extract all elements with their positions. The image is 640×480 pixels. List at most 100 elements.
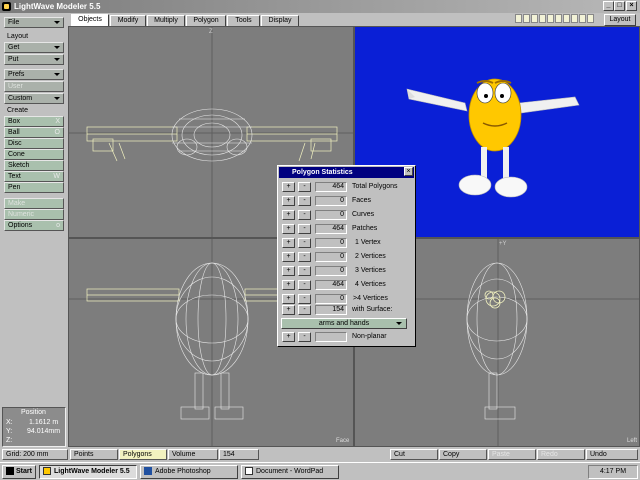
four-vertices-plus-button[interactable]: + bbox=[282, 280, 295, 290]
one-vertex-label: 1 Vertex bbox=[355, 239, 381, 246]
close-button[interactable]: × bbox=[626, 1, 637, 11]
patches-label: Patches bbox=[352, 225, 378, 232]
curves-value: 0 bbox=[315, 210, 347, 220]
faces-plus-button[interactable]: + bbox=[282, 196, 295, 206]
tab-multiply[interactable]: Multiply bbox=[147, 15, 185, 26]
taskbar-lightwave[interactable]: LightWave Modeler 5.5 bbox=[39, 465, 137, 479]
sketch-tool-button[interactable]: Sketch bbox=[4, 160, 64, 171]
patches-minus-button[interactable]: - bbox=[298, 224, 311, 234]
grid-label: Grid: bbox=[6, 451, 22, 458]
tab-polygon[interactable]: Polygon bbox=[186, 15, 226, 26]
surface-minus-button[interactable]: - bbox=[298, 305, 311, 315]
three-vertices-plus-button[interactable]: + bbox=[282, 266, 295, 276]
file-menu-button[interactable]: File bbox=[4, 17, 64, 28]
undo-button[interactable]: Undo bbox=[586, 449, 638, 460]
total-polygons-minus-button[interactable]: - bbox=[298, 182, 311, 192]
faces-minus-button[interactable]: - bbox=[298, 196, 311, 206]
two-vertices-label: 2 Vertices bbox=[355, 253, 386, 260]
layer-box-9[interactable] bbox=[579, 14, 586, 23]
four-vertices-minus-button[interactable]: - bbox=[298, 280, 311, 290]
total-polygons-label: Total Polygons bbox=[352, 183, 398, 190]
nonplanar-minus-button[interactable]: - bbox=[298, 332, 311, 342]
options-shortcut: o bbox=[56, 222, 60, 229]
layer-box-5[interactable] bbox=[547, 14, 554, 23]
three-vertices-minus-button[interactable]: - bbox=[298, 266, 311, 276]
more-vertices-minus-button[interactable]: - bbox=[298, 294, 311, 304]
layer-box-10[interactable] bbox=[587, 14, 594, 23]
tab-tools[interactable]: Tools bbox=[227, 15, 260, 26]
make-button[interactable]: Make bbox=[4, 198, 64, 209]
cone-tool-button[interactable]: Cone bbox=[4, 149, 64, 160]
grid-size: Grid: 200 mm bbox=[2, 449, 68, 460]
one-vertex-plus-button[interactable]: + bbox=[282, 238, 295, 248]
one-vertex-minus-button[interactable]: - bbox=[298, 238, 311, 248]
front-view-label: Face bbox=[336, 438, 350, 444]
curves-minus-button[interactable]: - bbox=[298, 210, 311, 220]
numeric-button[interactable]: Numeric bbox=[4, 209, 64, 220]
position-title: Position bbox=[21, 409, 46, 416]
redo-button[interactable]: Redo bbox=[537, 449, 585, 460]
cut-button[interactable]: Cut bbox=[390, 449, 438, 460]
box-label: Box bbox=[8, 118, 21, 125]
surface-plus-button[interactable]: + bbox=[282, 305, 295, 315]
tab-display[interactable]: Display bbox=[261, 15, 299, 26]
patches-plus-button[interactable]: + bbox=[282, 224, 295, 234]
layer-box-4[interactable] bbox=[539, 14, 546, 23]
taskbar-photoshop[interactable]: Adobe Photoshop bbox=[140, 465, 238, 479]
options-label: Options bbox=[8, 222, 33, 229]
minimize-button[interactable]: _ bbox=[603, 1, 614, 11]
ball-tool-button[interactable]: Ball O bbox=[4, 127, 64, 138]
taskbar-wordpad[interactable]: Document - WordPad bbox=[241, 465, 339, 479]
layer-box-6[interactable] bbox=[555, 14, 562, 23]
layer-box-7[interactable] bbox=[563, 14, 570, 23]
text-tool-button[interactable]: Text W bbox=[4, 171, 64, 182]
curves-plus-button[interactable]: + bbox=[282, 210, 295, 220]
total-polygons-plus-button[interactable]: + bbox=[282, 182, 295, 192]
text-label: Text bbox=[8, 173, 21, 180]
tab-objects[interactable]: Objects bbox=[71, 14, 109, 26]
user-button[interactable]: User bbox=[4, 81, 64, 92]
dialog-close-button[interactable]: × bbox=[404, 167, 413, 176]
put-button[interactable]: Put bbox=[4, 54, 64, 65]
nonplanar-plus-button[interactable]: + bbox=[282, 332, 295, 342]
paste-button[interactable]: Paste bbox=[488, 449, 536, 460]
volume-mode-button[interactable]: Volume bbox=[168, 449, 218, 460]
position-panel: Position X: 1.1612 m Y: 94.014mm Z: bbox=[2, 407, 66, 447]
total-polygons-value: 464 bbox=[315, 182, 347, 192]
copy-button[interactable]: Copy bbox=[439, 449, 487, 460]
top-axis-label: Z bbox=[209, 29, 213, 35]
surface-count-value: 154 bbox=[315, 305, 347, 315]
pen-tool-button[interactable]: Pen bbox=[4, 182, 64, 193]
disc-tool-button[interactable]: Disc bbox=[4, 138, 64, 149]
curves-label: Curves bbox=[352, 211, 375, 218]
options-button[interactable]: Options o bbox=[4, 220, 64, 231]
layout-button[interactable]: Layout bbox=[604, 14, 636, 26]
patches-value: 464 bbox=[315, 224, 347, 234]
maximize-button[interactable]: □ bbox=[614, 1, 625, 11]
layer-box-3[interactable] bbox=[531, 14, 538, 23]
window-titlebar: LightWave Modeler 5.5 bbox=[0, 0, 640, 13]
points-mode-button[interactable]: Points bbox=[70, 449, 118, 460]
two-vertices-minus-button[interactable]: - bbox=[298, 252, 311, 262]
four-vertices-value: 464 bbox=[315, 280, 347, 290]
more-vertices-value: 0 bbox=[315, 294, 347, 304]
more-vertices-plus-button[interactable]: + bbox=[282, 294, 295, 304]
surface-dropdown[interactable]: arms and hands bbox=[281, 318, 407, 329]
text-shortcut: W bbox=[53, 173, 60, 180]
prefs-button[interactable]: Prefs bbox=[4, 69, 64, 80]
three-vertices-value: 0 bbox=[315, 266, 347, 276]
layer-box-8[interactable] bbox=[571, 14, 578, 23]
get-button[interactable]: Get bbox=[4, 42, 64, 53]
faces-label: Faces bbox=[352, 197, 372, 204]
four-vertices-label: 4 Vertices bbox=[355, 281, 386, 288]
layer-box-2[interactable] bbox=[523, 14, 530, 23]
app-icon bbox=[2, 2, 11, 11]
faces-value: 0 bbox=[315, 196, 347, 206]
box-tool-button[interactable]: Box X bbox=[4, 116, 64, 127]
polygons-mode-button[interactable]: Polygons bbox=[119, 449, 167, 460]
tab-modify[interactable]: Modify bbox=[110, 15, 146, 26]
custom-button[interactable]: Custom bbox=[4, 93, 64, 104]
two-vertices-plus-button[interactable]: + bbox=[282, 252, 295, 262]
surface-count-label: with Surface: bbox=[352, 306, 393, 313]
layer-box-1[interactable] bbox=[515, 14, 522, 23]
